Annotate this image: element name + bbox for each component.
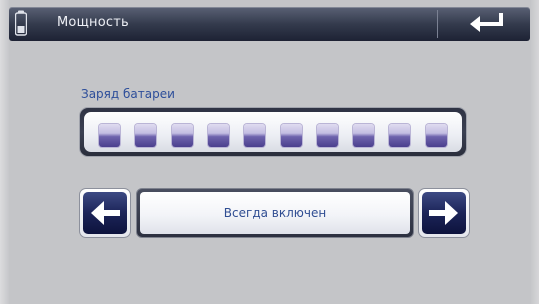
title-divider — [437, 10, 438, 38]
battery-cell — [171, 124, 193, 147]
back-button[interactable] — [439, 7, 530, 41]
battery-cell — [316, 124, 338, 147]
power-settings-screen: Мощность Заряд батареи Всегда включен — [0, 0, 539, 304]
power-mode-display: Всегда включен — [136, 188, 414, 238]
battery-cell — [99, 124, 120, 147]
battery-cell — [280, 124, 302, 147]
battery-cell — [135, 124, 157, 147]
return-arrow-icon — [470, 13, 503, 32]
battery-icon — [14, 10, 28, 36]
battery-cell — [244, 124, 266, 147]
battery-charge-label: Заряд батареи — [81, 87, 175, 101]
title-bar: Мощность — [9, 7, 530, 41]
battery-cell — [389, 124, 411, 147]
page-title: Мощность — [57, 15, 129, 30]
next-mode-button[interactable] — [418, 188, 470, 238]
battery-cells — [84, 112, 462, 152]
arrow-left-icon — [91, 201, 120, 225]
power-mode-selector: Всегда включен — [79, 188, 471, 238]
battery-cell — [425, 124, 447, 147]
battery-cell — [353, 124, 375, 147]
battery-level-indicator — [79, 107, 467, 157]
battery-cell — [207, 124, 229, 147]
arrow-right-icon — [429, 201, 458, 225]
power-mode-value: Всегда включен — [223, 206, 327, 220]
power-mode-display-inner: Всегда включен — [140, 192, 410, 234]
previous-mode-button[interactable] — [79, 188, 131, 238]
